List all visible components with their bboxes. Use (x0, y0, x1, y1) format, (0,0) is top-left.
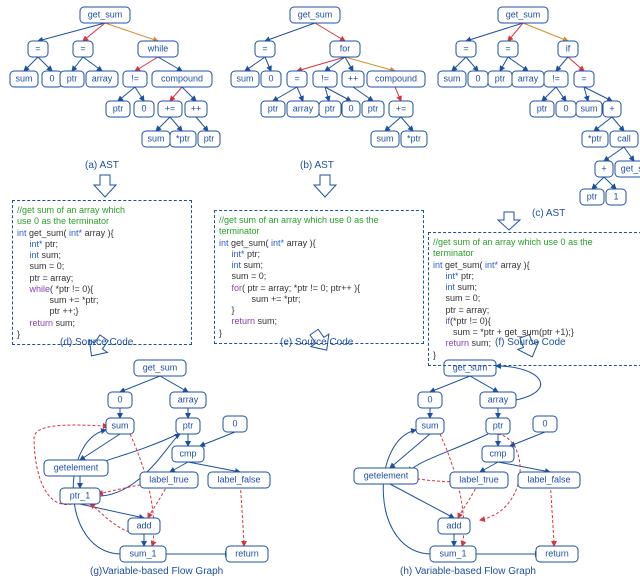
svg-text:sum: sum (580, 103, 597, 113)
svg-text:while: while (147, 43, 169, 53)
svg-text:++: ++ (191, 103, 202, 113)
svg-text:sum: sum (147, 133, 164, 143)
svg-text:0: 0 (117, 394, 122, 404)
svg-text:label_true: label_true (149, 474, 189, 484)
code-f: //get sum of an array which use 0 as the… (428, 232, 640, 366)
caption-g: (g)Variable-based Flow Graph (90, 566, 223, 577)
svg-text:sum: sum (111, 420, 128, 430)
svg-text:sum_1: sum_1 (129, 548, 156, 558)
svg-text:+: + (601, 163, 606, 173)
svg-text:ptr: ptr (204, 133, 215, 143)
svg-text:array: array (488, 394, 509, 404)
svg-text:=: = (505, 43, 510, 53)
svg-text:label_false: label_false (217, 474, 260, 484)
svg-text:get_sum: get_sum (621, 163, 640, 173)
svg-text:get_sum: get_sum (298, 9, 333, 19)
svg-text:0: 0 (563, 103, 568, 113)
svg-text:sum: sum (15, 73, 32, 83)
svg-text:=: = (463, 43, 468, 53)
svg-text:call: call (617, 133, 631, 143)
svg-text:array: array (178, 394, 199, 404)
svg-text:array: array (92, 73, 113, 83)
svg-text:*ptr: *ptr (176, 133, 190, 143)
svg-text:=: = (294, 73, 299, 83)
caption-h: (h) Variable-based Flow Graph (400, 566, 536, 577)
svg-text:label_true: label_true (459, 474, 499, 484)
svg-text:!=: != (552, 73, 560, 83)
svg-text:++: ++ (348, 73, 359, 83)
svg-text:return: return (235, 548, 259, 558)
svg-text:add: add (136, 520, 151, 530)
svg-text:compound: compound (375, 73, 417, 83)
svg-text:*ptr: *ptr (588, 133, 602, 143)
arrow-c-to-f (498, 212, 520, 230)
svg-text:getelement: getelement (364, 470, 409, 480)
svg-text:ptr: ptr (368, 103, 379, 113)
svg-text:cmp: cmp (179, 448, 196, 458)
ast-a-root: get_sum (80, 7, 130, 23)
svg-text:0: 0 (141, 103, 146, 113)
svg-text:ptr: ptr (113, 103, 124, 113)
svg-text:get_sum: get_sum (506, 9, 541, 19)
svg-text:sum: sum (443, 73, 460, 83)
svg-text:array: array (518, 73, 539, 83)
arrow-b-to-e (314, 175, 336, 197)
svg-text:ptr: ptr (67, 73, 78, 83)
svg-text:return: return (545, 548, 569, 558)
svg-text:sum_1: sum_1 (439, 548, 466, 558)
svg-text:cmp: cmp (489, 448, 506, 458)
svg-text:ptr: ptr (268, 103, 279, 113)
svg-text:0: 0 (427, 394, 432, 404)
ast-c: get_sum = = if sum 0 ptr array != = ptr … (438, 7, 640, 205)
svg-text:=: = (262, 43, 267, 53)
svg-text:ptr: ptr (493, 420, 504, 430)
svg-text:get_sum: get_sum (143, 362, 178, 372)
svg-text:get_sum: get_sum (88, 9, 123, 19)
caption-a: (a) AST (85, 160, 119, 171)
svg-text:ptr: ptr (537, 103, 548, 113)
svg-text:0: 0 (542, 418, 547, 428)
svg-text:=: = (80, 43, 85, 53)
svg-text:array: array (293, 103, 314, 113)
svg-text:=: = (35, 43, 40, 53)
arrow-a-to-d (94, 175, 116, 197)
svg-text:0: 0 (268, 73, 273, 83)
svg-text:*ptr: *ptr (407, 133, 421, 143)
svg-text:add: add (446, 520, 461, 530)
svg-text:!=: != (321, 73, 329, 83)
svg-text:1: 1 (613, 191, 618, 201)
svg-text:0: 0 (348, 103, 353, 113)
svg-text:if: if (566, 43, 571, 53)
code-e: //get sum of an array which use 0 as the… (214, 210, 424, 344)
svg-text:ptr: ptr (495, 73, 506, 83)
svg-text:+=: += (165, 103, 176, 113)
caption-b: (b) AST (300, 160, 334, 171)
svg-text:0: 0 (49, 73, 54, 83)
svg-text:sum: sum (376, 133, 393, 143)
svg-text:=: = (581, 73, 586, 83)
svg-text:0: 0 (475, 73, 480, 83)
svg-text:ptr: ptr (183, 420, 194, 430)
caption-c: (c) AST (532, 208, 565, 219)
svg-text:sum: sum (421, 420, 438, 430)
ast-a: get_sum = = while sum 0 ptr array != com… (10, 7, 220, 147)
code-d: //get sum of an array which use 0 as the… (12, 200, 192, 345)
svg-text:ptr: ptr (587, 191, 598, 201)
flow-h: get_sum 0 array sum ptr 0 cmp getelement… (354, 360, 580, 562)
svg-text:sum: sum (236, 73, 253, 83)
ast-b: get_sum = for sum 0 = != ++ compound ptr… (231, 7, 427, 147)
svg-text:+=: += (396, 103, 407, 113)
svg-text:for: for (340, 43, 351, 53)
svg-text:+: + (609, 103, 614, 113)
svg-text:ptr: ptr (325, 103, 336, 113)
svg-text:getelement: getelement (54, 462, 99, 472)
svg-text:0: 0 (232, 418, 237, 428)
flow-g: get_sum 0 array sum ptr 0 cmp getelement… (34, 360, 270, 562)
svg-text:label_false: label_false (527, 474, 570, 484)
svg-text:compound: compound (161, 73, 203, 83)
svg-text:ptr_1: ptr_1 (70, 490, 91, 500)
svg-text:!=: != (131, 73, 139, 83)
